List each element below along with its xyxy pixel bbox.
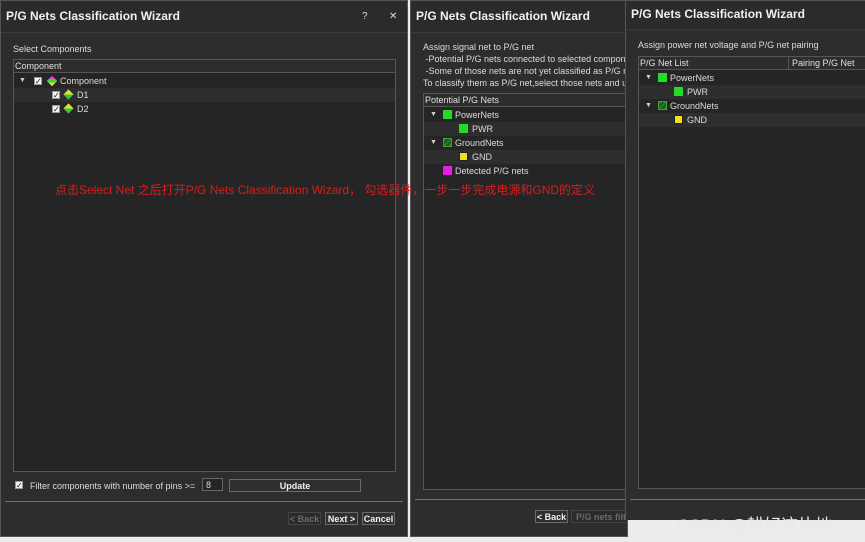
help-icon[interactable]: ?	[362, 1, 368, 32]
pin-count-value: 8	[206, 480, 212, 490]
detected-nets-icon	[443, 166, 452, 175]
power-net-label: PWR	[687, 87, 708, 97]
component-icon	[63, 89, 74, 100]
component-tree[interactable]: Component ▼ ✓ Component ✓ D1 ✓ D2	[13, 59, 396, 472]
power-group-icon	[658, 73, 667, 82]
tree-row-gnd[interactable]: GND	[639, 113, 865, 127]
tree-row-detected[interactable]: Detected P/G nets	[424, 164, 627, 178]
tree-row-groundnets[interactable]: ▼ GroundNets	[639, 99, 865, 113]
dialog-title: P/G Nets Classification Wizard	[416, 9, 590, 23]
component-checkbox[interactable]: ✓	[34, 77, 42, 86]
cancel-button[interactable]: Cancel	[362, 512, 395, 525]
tree-item-label: D1	[77, 90, 89, 100]
pg-net-list-table[interactable]: P/G Net List Pairing P/G Net ▼ PowerNets…	[638, 56, 865, 489]
footer-divider	[415, 499, 627, 500]
dialog-assign-signal: P/G Nets Classification Wizard Assign si…	[410, 0, 628, 537]
instruction-line: Assign signal net to P/G net	[423, 42, 535, 52]
power-group-label: PowerNets	[455, 110, 500, 120]
annotation-text: 点击Select Net 之后打开P/G Nets Classification…	[55, 183, 596, 197]
d1-checkbox[interactable]: ✓	[52, 91, 60, 100]
column-divider	[788, 57, 789, 69]
table-header: P/G Net List Pairing P/G Net	[639, 57, 865, 70]
watermark: CSDN @耕好这片地	[677, 516, 833, 535]
back-button[interactable]: < Back	[288, 512, 321, 525]
expand-arrow-icon[interactable]: ▼	[430, 136, 437, 150]
expand-arrow-icon[interactable]: ▼	[645, 99, 652, 113]
tree-row-pwr[interactable]: PWR	[639, 85, 865, 99]
ground-group-icon	[443, 138, 452, 147]
ground-net-label: GND	[472, 152, 492, 162]
column-header-pairing[interactable]: Pairing P/G Net	[792, 57, 855, 69]
power-net-icon	[459, 124, 468, 133]
potential-nets-tree[interactable]: Potential P/G Nets ▼ PowerNets PWR ▼ Gro…	[423, 93, 627, 490]
tree-row-d2[interactable]: ✓ D2	[14, 102, 395, 116]
update-button[interactable]: Update	[229, 479, 361, 492]
ground-net-icon	[674, 115, 683, 124]
footer-divider	[5, 501, 403, 502]
ground-group-label: GroundNets	[670, 101, 719, 111]
expand-arrow-icon[interactable]: ▼	[430, 108, 437, 122]
dialog-title: P/G Nets Classification Wizard	[6, 9, 180, 23]
tree-row-component[interactable]: ▼ ✓ Component	[14, 74, 395, 88]
tree-row-pwr[interactable]: PWR	[424, 122, 627, 136]
tree-row-d1[interactable]: ✓ D1	[14, 88, 395, 102]
ground-group-icon	[658, 101, 667, 110]
d2-checkbox[interactable]: ✓	[52, 105, 60, 114]
ground-net-icon	[459, 152, 468, 161]
instruction-line: Assign power net voltage and P/G net pai…	[638, 40, 819, 50]
next-button[interactable]: Next >	[325, 512, 358, 525]
column-header-component[interactable]: Component	[14, 60, 395, 73]
dialog-select-components: P/G Nets Classification Wizard ? ✕ Selec…	[0, 0, 408, 537]
expand-arrow-icon[interactable]: ▼	[19, 74, 26, 88]
footer-divider	[630, 499, 865, 500]
tree-row-groundnets[interactable]: ▼ GroundNets	[424, 136, 627, 150]
power-net-label: PWR	[472, 124, 493, 134]
expand-arrow-icon[interactable]: ▼	[645, 71, 652, 85]
filter-label: Filter components with number of pins >=	[30, 481, 196, 491]
dialog-title-bar: P/G Nets Classification Wizard	[411, 1, 627, 33]
close-icon[interactable]: ✕	[389, 1, 397, 32]
dialog-title: P/G Nets Classification Wizard	[631, 7, 805, 21]
tree-row-powernets[interactable]: ▼ PowerNets	[424, 108, 627, 122]
ground-group-label: GroundNets	[455, 138, 504, 148]
instruction-line: -Some of those nets are not yet classifi…	[423, 66, 628, 76]
filter-checkbox[interactable]: ✓	[15, 481, 23, 490]
pin-count-input[interactable]: 8	[202, 478, 223, 491]
detected-nets-label: Detected P/G nets	[455, 166, 529, 176]
tree-item-label: D2	[77, 104, 89, 114]
ground-net-label: GND	[687, 115, 707, 125]
back-button[interactable]: < Back	[535, 510, 568, 523]
column-header-pg-net-list[interactable]: P/G Net List	[640, 57, 689, 69]
dialog-assign-power: P/G Nets Classification Wizard Assign po…	[625, 0, 865, 520]
power-group-label: PowerNets	[670, 73, 715, 83]
instruction-line: -Potential P/G nets connected to selecte…	[423, 54, 628, 64]
dialog-title-bar: P/G Nets Classification Wizard	[1, 1, 407, 33]
tree-row-powernets[interactable]: ▼ PowerNets	[639, 71, 865, 85]
component-icon	[63, 103, 74, 114]
tree-row-gnd[interactable]: GND	[424, 150, 627, 164]
tree-root-label: Component	[60, 76, 107, 86]
pg-nets-filter-button[interactable]: P/G nets filt	[571, 510, 627, 523]
dialog-title-bar: P/G Nets Classification Wizard	[626, 1, 865, 30]
section-label: Select Components	[13, 44, 92, 54]
column-header-potential-nets[interactable]: Potential P/G Nets	[424, 94, 627, 107]
power-group-icon	[443, 110, 452, 119]
power-net-icon	[674, 87, 683, 96]
component-group-icon	[46, 75, 58, 87]
instruction-line: To classify them as P/G net,select those…	[423, 78, 628, 88]
